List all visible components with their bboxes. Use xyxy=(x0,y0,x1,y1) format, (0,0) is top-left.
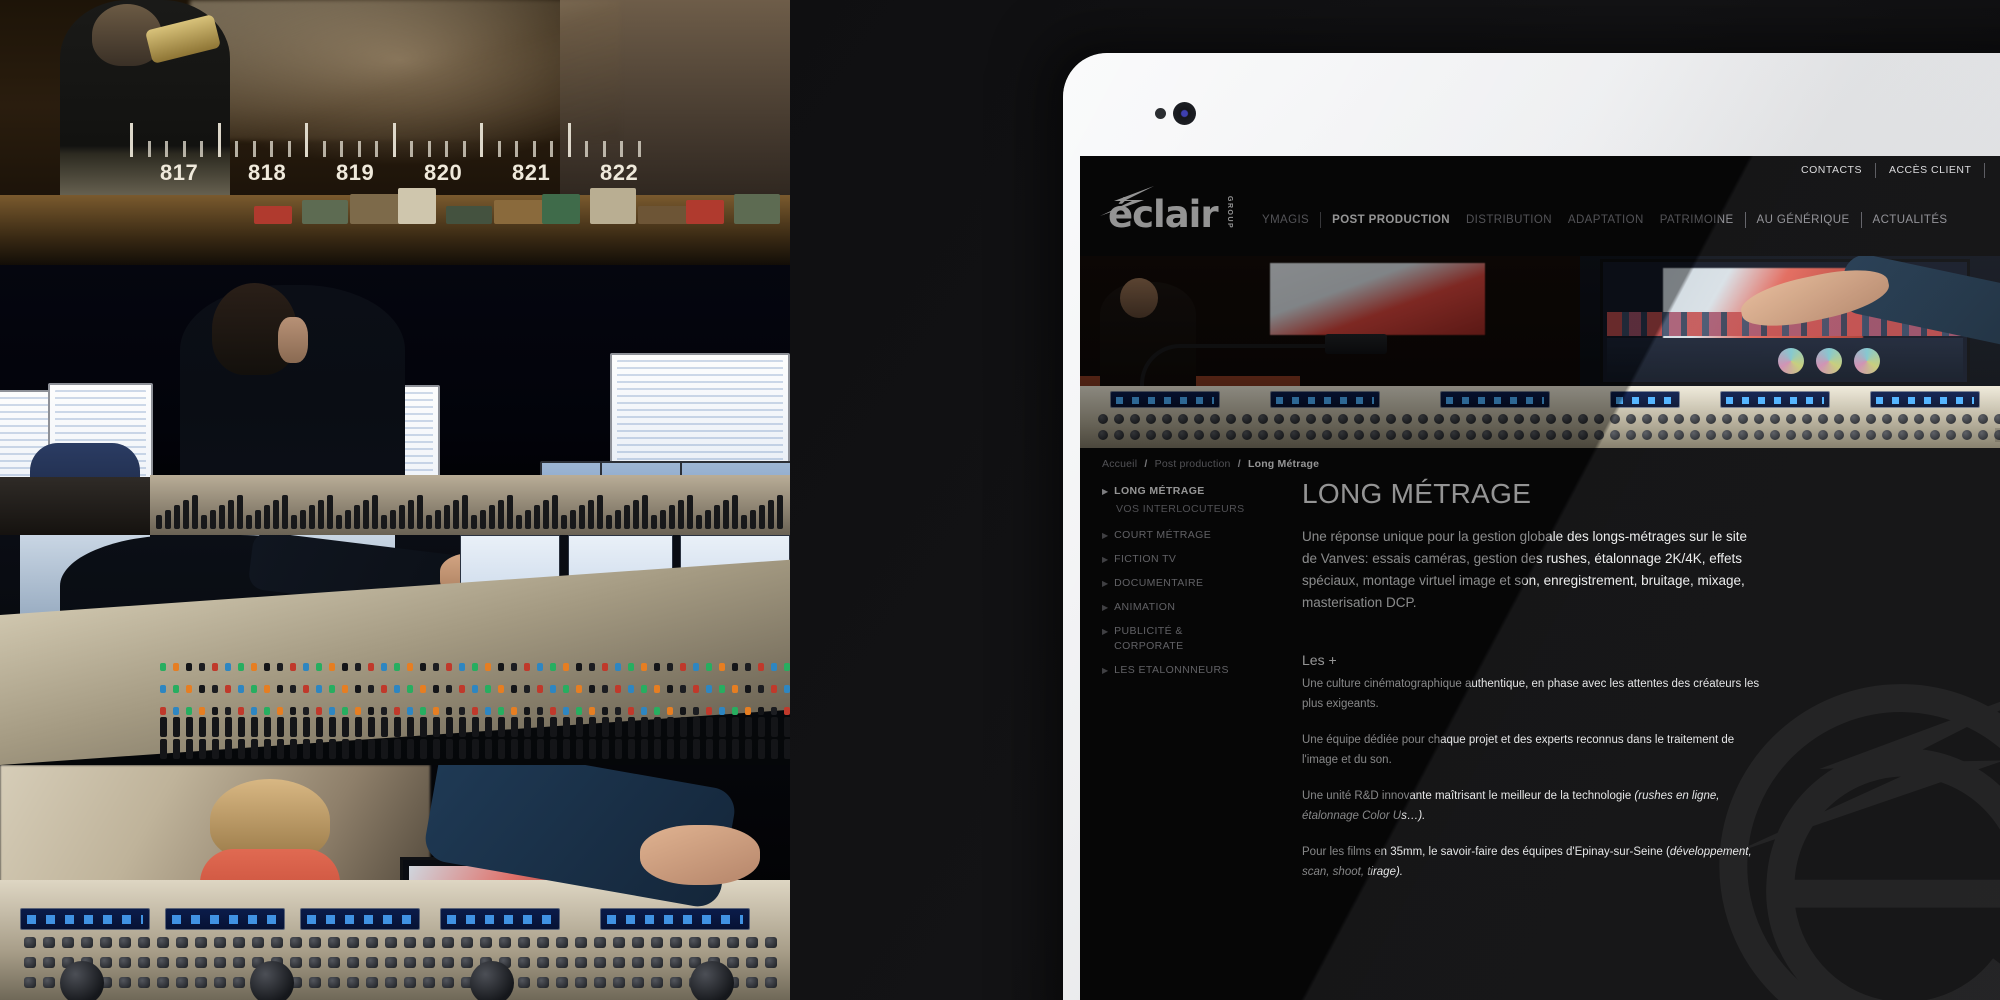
eclair-logo[interactable]: éclair GROUP xyxy=(1100,186,1233,236)
chevron-right-icon: ▶ xyxy=(1102,627,1109,636)
grading-suite-photo xyxy=(0,765,790,1000)
breadcrumb-current: Long Métrage xyxy=(1247,458,1320,470)
sidebar-item-label: FICTION TV xyxy=(1114,553,1177,565)
page-lead: Une réponse unique pour la gestion globa… xyxy=(1302,529,1748,610)
photo-collage: 817 818 819 820 821 822 xyxy=(0,0,790,1000)
nav-item-ymagis[interactable]: YMAGIS xyxy=(1254,214,1317,226)
chevron-right-icon: ▶ xyxy=(1102,531,1109,540)
main-navigation: YMAGIS POST PRODUCTION DISTRIBUTION ADAPTAT… xyxy=(1254,212,1955,228)
slider-page-1[interactable]: 1 xyxy=(1994,428,2000,442)
sidebar-item-label: LES ETALONNNEURS xyxy=(1114,664,1229,676)
sidebar-item-label: DOCUMENTAIRE xyxy=(1114,577,1204,589)
chevron-right-icon: ▶ xyxy=(1102,487,1109,496)
eclair-watermark-icon xyxy=(1719,684,2000,1000)
nav-item-au-g-n-rique[interactable]: AU GÉNÉRIQUE xyxy=(1749,214,1858,226)
breadcrumb-separator: / xyxy=(1144,458,1148,470)
chevron-right-icon: ▶ xyxy=(1102,579,1109,588)
sidebar-item-label: PUBLICITÉ & CORPORATE xyxy=(1114,625,1184,652)
screenshot-stage: 817 818 819 820 821 822 CONTACTS ACCÈS C… xyxy=(0,0,2000,1000)
sidebar-item-fiction-tv[interactable]: ▶ FICTION TV xyxy=(1102,552,1252,567)
nav-item-distribution[interactable]: DISTRIBUTION xyxy=(1458,214,1560,226)
audio-studio-photo xyxy=(0,265,790,535)
nav-item-post-production[interactable]: POST PRODUCTION xyxy=(1324,214,1458,226)
chevron-right-icon: ▶ xyxy=(1102,555,1109,564)
italic-text: développement, scan, shoot, tirage). xyxy=(1302,846,1752,878)
ambient-sensor-icon xyxy=(1155,108,1166,119)
breadcrumb-separator: / xyxy=(1237,458,1241,470)
sidebar-item-animation[interactable]: ▶ ANIMATION xyxy=(1102,600,1252,615)
sidebar-item-label: COURT MÉTRAGE xyxy=(1114,529,1212,541)
sidebar-item-label: ANIMATION xyxy=(1114,601,1176,613)
mixing-console-photo xyxy=(0,535,790,765)
nav-divider xyxy=(1320,212,1322,228)
sidebar-item-publicit-corporate[interactable]: ▶ PUBLICITÉ & CORPORATE xyxy=(1102,624,1252,654)
sidebar-item-les-etalonnneurs[interactable]: ▶ LES ETALONNNEURS xyxy=(1102,663,1252,678)
breadcrumb: Accueil / Post production / Long Métrage xyxy=(1102,458,1319,470)
chevron-right-icon: ▶ xyxy=(1102,603,1109,612)
nav-divider xyxy=(1860,212,1862,228)
nav-item-actualit-s[interactable]: ACTUALITÉS xyxy=(1865,214,1956,226)
slider-pagination: 123 xyxy=(1994,428,2000,442)
nav-divider xyxy=(1744,212,1746,228)
page-content: ▶ LONG MÉTRAGE VOS INTERLOCUTEURS ▶ COURT MÉ… xyxy=(1080,478,2000,1000)
site-header: éclair GROUP YMAGIS POST PRODUCTION DISTRI… xyxy=(1080,156,2000,256)
hero-slider[interactable]: 123 xyxy=(1080,256,2000,448)
front-camera-icon xyxy=(1173,102,1196,125)
sidebar-item-documentaire[interactable]: ▶ DOCUMENTAIRE xyxy=(1102,576,1252,591)
logo-subtext: GROUP xyxy=(1226,196,1233,230)
chevron-right-icon: ▶ xyxy=(1102,666,1109,675)
screening-room-photo: 817 818 819 820 821 822 xyxy=(0,0,790,265)
website-viewport: CONTACTS ACCÈS CLIENT FR EN éclair GROUP… xyxy=(1080,156,2000,1000)
breadcrumb-section[interactable]: Post production xyxy=(1155,458,1231,470)
nav-item-patrimoine[interactable]: PATRIMOINE xyxy=(1652,214,1742,226)
section-sidebar: ▶ LONG MÉTRAGE VOS INTERLOCUTEURS ▶ COURT MÉ… xyxy=(1102,484,1252,687)
sidebar-subitem-vos-interlocuteurs[interactable]: VOS INTERLOCUTEURS xyxy=(1116,502,1252,517)
sidebar-item-long-m-trage[interactable]: ▶ LONG MÉTRAGE xyxy=(1102,484,1252,499)
breadcrumb-home[interactable]: Accueil xyxy=(1102,458,1137,470)
nav-item-adaptation[interactable]: ADAPTATION xyxy=(1560,214,1652,226)
sidebar-item-label: LONG MÉTRAGE xyxy=(1114,485,1205,497)
logo-wordmark: éclair xyxy=(1108,193,1219,236)
sidebar-item-court-m-trage[interactable]: ▶ COURT MÉTRAGE xyxy=(1102,528,1252,543)
page-title: LONG MÉTRAGE xyxy=(1302,478,1532,509)
italic-text: (rushes en ligne, étalonnage Color Us…). xyxy=(1302,790,1720,822)
